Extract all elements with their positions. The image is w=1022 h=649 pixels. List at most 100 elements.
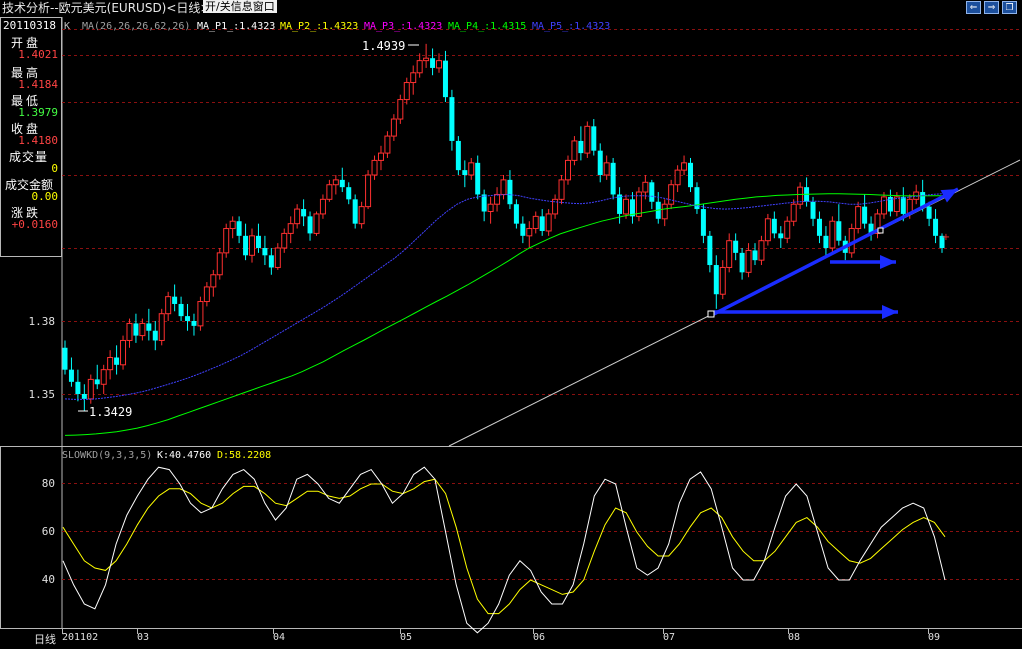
candle-body (558, 179, 565, 200)
candle-body (674, 169, 681, 186)
candle-body (274, 247, 281, 268)
candle-body (371, 159, 378, 176)
candle-body (223, 228, 230, 254)
candle-body (281, 232, 288, 249)
candle-body (139, 322, 146, 337)
candle-body (816, 218, 822, 236)
candle-body (880, 196, 887, 215)
candle-body (733, 240, 739, 253)
candle-body (436, 60, 443, 69)
high-annotation: 1.4939 (362, 39, 405, 53)
candle-body (771, 218, 777, 234)
candle-body (591, 126, 597, 151)
candle-body (494, 193, 501, 205)
candle-body (475, 162, 481, 195)
candle-body (688, 162, 694, 188)
resistance-arrow-head (880, 255, 896, 269)
candle-body (862, 206, 868, 224)
candle-body (513, 204, 519, 224)
candle-body (268, 255, 274, 268)
candle-body (462, 170, 468, 175)
candle-body (120, 339, 127, 366)
candle-body (172, 296, 178, 304)
candle-body (442, 60, 448, 98)
candle-body (532, 215, 539, 230)
candle-body (810, 201, 816, 219)
candle-body (210, 274, 217, 288)
candle-body (758, 240, 765, 261)
candle-body (397, 99, 404, 120)
candle-body (668, 184, 675, 205)
candle-body (649, 182, 655, 202)
candle-body (700, 209, 706, 236)
candle-body (855, 206, 862, 230)
candle-body (829, 220, 836, 249)
candle-body (216, 252, 223, 276)
candle-body (784, 220, 791, 239)
candle-body (526, 228, 533, 237)
candle-body (68, 369, 74, 382)
candle-body (597, 150, 603, 175)
candle-body (933, 218, 939, 236)
candle-body (377, 152, 384, 161)
candle-body (507, 179, 513, 205)
candle-body (197, 301, 204, 327)
candle-body (500, 179, 507, 195)
candle-body (623, 198, 630, 215)
candle-body (287, 223, 294, 234)
candle-body (107, 357, 114, 371)
candle-body (255, 235, 261, 248)
candle-body (178, 303, 184, 317)
candle-body (339, 179, 345, 188)
candle-body (146, 323, 152, 331)
candle-body (823, 235, 829, 248)
candle-body (319, 198, 326, 215)
candle-body (390, 118, 397, 137)
ma-p4-line (64, 193, 942, 436)
candle-body (243, 235, 249, 256)
candle-body (707, 235, 713, 266)
candle-body (790, 203, 797, 222)
candle-body (158, 313, 165, 341)
candle-body (165, 296, 172, 315)
candle-body (487, 203, 494, 212)
low-annotation: 1.3429 (89, 405, 132, 419)
candle-body (642, 181, 649, 193)
kd-tick-label: 40 (42, 573, 55, 586)
candle-body (185, 316, 191, 321)
kd-tick-label: 60 (42, 525, 55, 538)
candle-body (249, 235, 256, 256)
candle-body (365, 174, 372, 208)
candle-body (449, 97, 455, 141)
candle-body (713, 265, 719, 295)
candle-body (564, 159, 571, 181)
candle-body (926, 206, 932, 219)
candle-body (62, 347, 68, 370)
candle-body (610, 162, 616, 195)
candle-body (617, 194, 623, 214)
trend-point-square (877, 227, 884, 234)
candle-body (75, 381, 81, 394)
candle-body (294, 208, 301, 225)
price-tick-label: 1.35 (29, 388, 56, 401)
candle-body (152, 330, 158, 341)
candle-body (455, 140, 461, 171)
kd-k-line (62, 466, 946, 634)
candle-body (578, 140, 584, 154)
ma-p5-line (64, 193, 943, 400)
candle-body (681, 162, 688, 171)
candle-body (191, 321, 197, 326)
candle-body (661, 203, 668, 220)
candle-body (307, 216, 313, 234)
candle-body (778, 233, 784, 239)
candle-body (114, 357, 120, 365)
candle-body (313, 213, 320, 234)
candle-body (203, 286, 210, 303)
candle-body (900, 196, 906, 214)
candle-body (571, 140, 578, 161)
candle-body (410, 72, 417, 84)
candle-body (81, 394, 87, 399)
candle-body (352, 199, 358, 224)
candle-body (739, 252, 745, 273)
candle-body (126, 322, 133, 341)
